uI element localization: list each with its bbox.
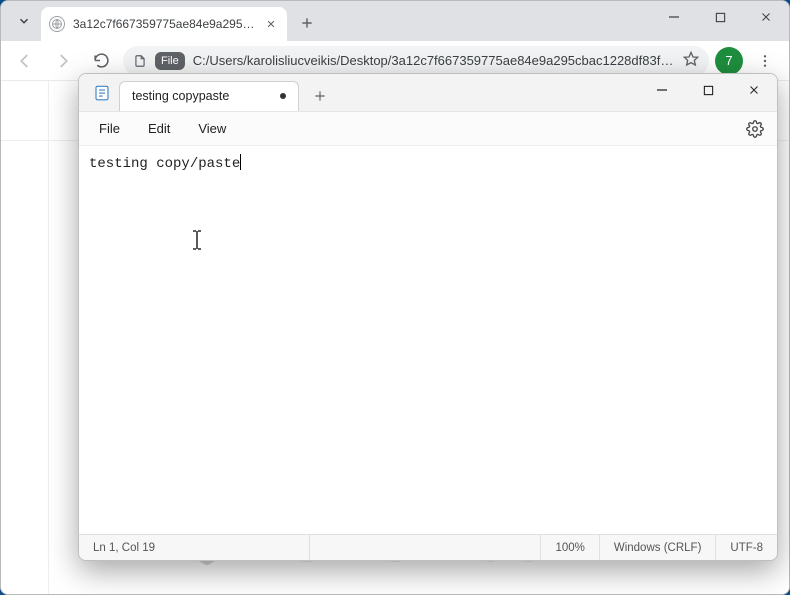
notepad-maximize-button[interactable] <box>685 74 731 106</box>
notepad-menubar: File Edit View <box>79 112 777 146</box>
menu-edit[interactable]: Edit <box>136 117 182 140</box>
editor-area[interactable]: testing copy/paste <box>79 146 777 534</box>
menu-file[interactable]: File <box>87 117 132 140</box>
notepad-tab[interactable]: testing copypaste <box>119 81 299 111</box>
status-encoding[interactable]: UTF-8 <box>715 535 777 560</box>
new-tab-button[interactable] <box>293 9 321 37</box>
notepad-tabstrip: testing copypaste <box>79 74 777 112</box>
close-window-button[interactable] <box>743 1 789 33</box>
forward-button[interactable] <box>47 45 79 77</box>
notepad-window-controls <box>639 74 777 112</box>
profile-avatar[interactable]: 7 <box>715 47 743 75</box>
browser-window-controls <box>651 1 789 41</box>
address-bar[interactable]: File C:/Users/karolisliucveikis/Desktop/… <box>123 46 709 76</box>
notepad-tab-title: testing copypaste <box>132 89 229 103</box>
file-icon <box>133 54 147 68</box>
status-zoom[interactable]: 100% <box>540 535 598 560</box>
status-spacer <box>309 535 540 560</box>
avatar-initial: 7 <box>725 53 732 68</box>
minimize-button[interactable] <box>651 1 697 33</box>
browser-tabstrip: 3a12c7f667359775ae84e9a295… <box>1 1 789 41</box>
bookmark-star-icon[interactable] <box>683 51 699 70</box>
notepad-close-button[interactable] <box>731 74 777 106</box>
maximize-button[interactable] <box>697 1 743 33</box>
notepad-app-icon <box>91 82 113 104</box>
unsaved-indicator-icon <box>280 93 286 99</box>
notepad-window: testing copypaste File Edit View testing… <box>78 73 778 561</box>
ibeam-cursor-icon <box>189 230 205 255</box>
globe-icon <box>49 16 65 32</box>
notepad-minimize-button[interactable] <box>639 74 685 106</box>
editor-text: testing copy/paste <box>89 156 240 172</box>
status-eol[interactable]: Windows (CRLF) <box>599 535 716 560</box>
reload-button[interactable] <box>85 45 117 77</box>
text-caret <box>240 154 241 170</box>
search-tabs-button[interactable] <box>11 8 37 34</box>
background-sidebar-stub <box>1 81 49 594</box>
notepad-new-tab-button[interactable] <box>305 81 335 111</box>
menu-view[interactable]: View <box>186 117 238 140</box>
gear-icon <box>746 120 764 138</box>
close-tab-icon[interactable] <box>263 16 279 32</box>
url-text: C:/Users/karolisliucveikis/Desktop/3a12c… <box>193 53 675 68</box>
file-chip: File <box>155 52 185 70</box>
back-button[interactable] <box>9 45 41 77</box>
browser-tab[interactable]: 3a12c7f667359775ae84e9a295… <box>41 7 287 41</box>
status-bar: Ln 1, Col 19 100% Windows (CRLF) UTF-8 <box>79 534 777 560</box>
browser-tab-title: 3a12c7f667359775ae84e9a295… <box>73 17 255 31</box>
settings-button[interactable] <box>741 115 769 143</box>
browser-menu-button[interactable] <box>749 45 781 77</box>
status-position: Ln 1, Col 19 <box>79 535 309 560</box>
